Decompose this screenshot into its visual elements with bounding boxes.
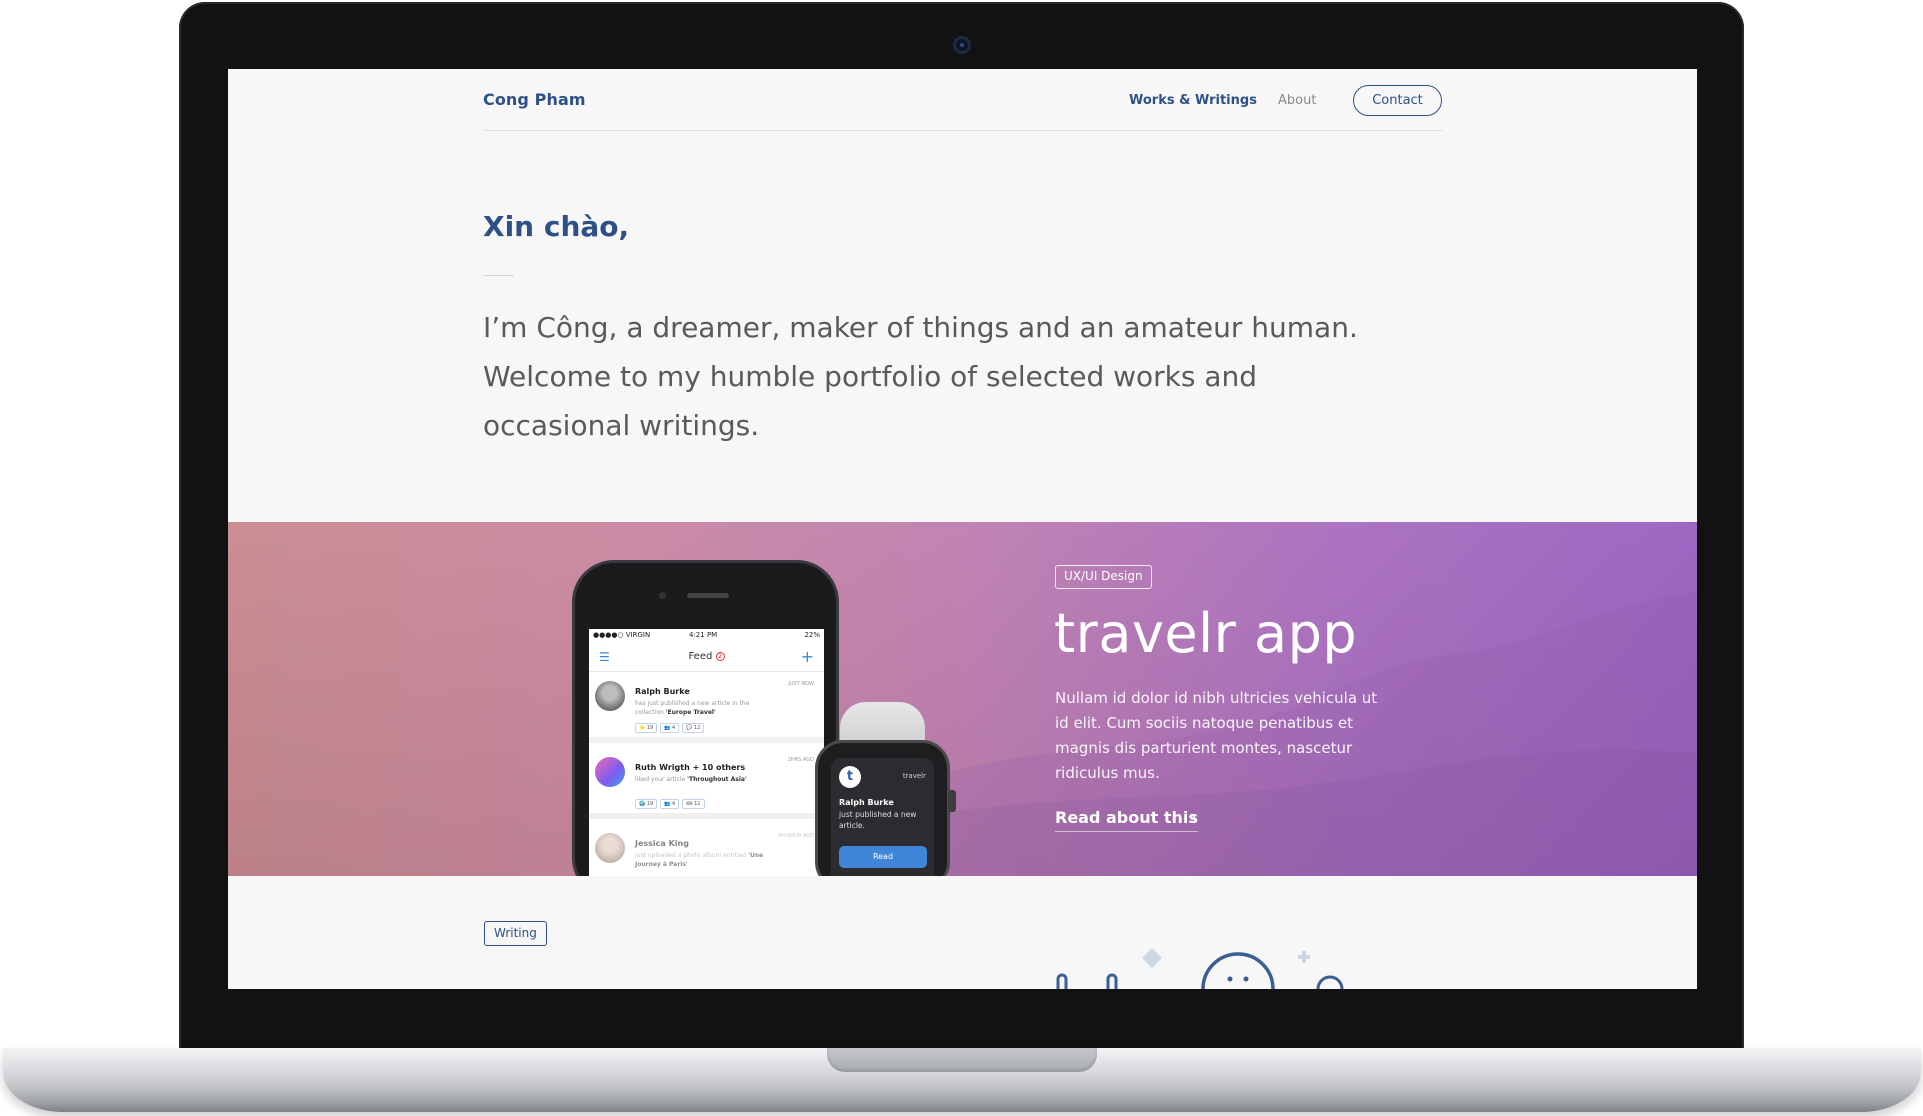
webcam-icon [953,36,971,54]
project-description: Nullam id dolor id nibh ultricies vehicu… [1055,689,1378,782]
avatar [595,757,625,787]
stat-chip: ⭐ 19 [635,723,658,733]
status-battery: 22% [804,631,820,639]
contact-button[interactable]: Contact [1353,85,1442,116]
iphone-mockup: ●●●●○ VIRGIN 4:21 PM 22% ☰ Feed 2 + Ralp… [572,560,839,876]
feed-item-time: 2HRS AGO [787,757,814,763]
status-time: 4:21 PM [689,631,718,639]
intro-paragraph: I’m Công, a dreamer, maker of things and… [483,311,1358,442]
nav-works-writings[interactable]: Works & Writings [1129,93,1257,108]
feed-title: Feed 2 [589,651,824,662]
feed-item-name: Ralph Burke [635,687,690,696]
feed-notification-badge: 2 [715,652,725,661]
greeting-divider [483,275,514,276]
browser-viewport: Cong Pham Works & Writings About Contact… [228,69,1697,989]
feed-item[interactable]: Ralph Burke JUST NOW has just published … [589,673,824,743]
stat-chip: 👥 4 [660,723,680,733]
feed-item-time: JUST NOW [788,681,814,687]
feed-title-text: Feed [688,651,713,662]
project-title[interactable]: travelr app [1054,602,1357,665]
travelr-logo-icon: t [839,766,861,788]
watch-crown [948,790,956,812]
feed-item-text-body: liked your article [635,776,686,783]
watch-notification-message: just published a new article. [839,810,917,830]
feed-item-name: Ruth Wrigth + 10 others [635,763,746,772]
feed-item-stats: ⭐ 19 👥 4 💬 12 [635,723,705,733]
feed-item-text-body: just uploaded a photo album entitled [635,852,747,859]
watch-app-name: travelr [902,772,926,780]
feed-item-stats: 🌍 19 👥 4 🎟 12 [635,799,705,809]
writing-illustration [1056,949,1344,989]
stat-chip: 💬 12 [682,723,705,733]
feed-header: ☰ Feed 2 + [589,642,824,672]
site-brand[interactable]: Cong Pham [483,90,586,109]
category-tag[interactable]: UX/UI Design [1055,565,1152,589]
nav-about[interactable]: About [1278,93,1316,108]
add-icon[interactable]: + [801,647,814,666]
watch-read-button[interactable]: Read [839,846,927,868]
feed-item-text: just uploaded a photo album entitled 'Un… [635,851,775,869]
feed-item-text: has just published a new article in the … [635,699,775,717]
feed-item-name: Jessica King [635,839,689,848]
status-carrier: ●●●●○ VIRGIN [593,631,651,639]
featured-project-banner[interactable]: ●●●●○ VIRGIN 4:21 PM 22% ☰ Feed 2 + Ralp… [228,522,1697,876]
phone-screen: ●●●●○ VIRGIN 4:21 PM 22% ☰ Feed 2 + Ralp… [589,629,824,876]
stat-chip: 🎟 12 [682,799,705,809]
phone-status-bar: ●●●●○ VIRGIN 4:21 PM 22% [589,629,824,642]
feed-item[interactable]: Ruth Wrigth + 10 others 2HRS AGO liked y… [589,749,824,819]
laptop-base-notch [827,1048,1097,1072]
phone-speaker [687,593,729,598]
watch-screen: t travelr Ralph Burke just published a n… [831,758,934,876]
feed-item-text: liked your article 'Throughout Asia' [635,775,775,784]
apple-watch-mockup: t travelr Ralph Burke just published a n… [815,740,950,876]
greeting-heading: Xin chào, [483,210,630,243]
avatar [595,681,625,711]
chevron-right-icon[interactable]: › [1190,807,1196,826]
feed-item-time: 6H HOUR AGO [777,833,814,839]
site-header: Cong Pham Works & Writings About Contact [483,69,1443,131]
feed-item-highlight: 'Throughout Asia' [687,776,747,783]
read-about-link[interactable]: Read about this [1055,808,1198,832]
stat-chip: 🌍 19 [635,799,658,809]
feed-item[interactable]: Jessica King 6H HOUR AGO just uploaded a… [589,825,824,876]
watch-notification-name: Ralph Burke [839,798,894,807]
avatar [595,833,625,863]
phone-camera-icon [659,592,666,599]
feed-item-highlight: 'Europe Travel' [665,709,716,716]
writing-tag[interactable]: Writing [484,921,547,946]
stat-chip: 👥 4 [660,799,680,809]
